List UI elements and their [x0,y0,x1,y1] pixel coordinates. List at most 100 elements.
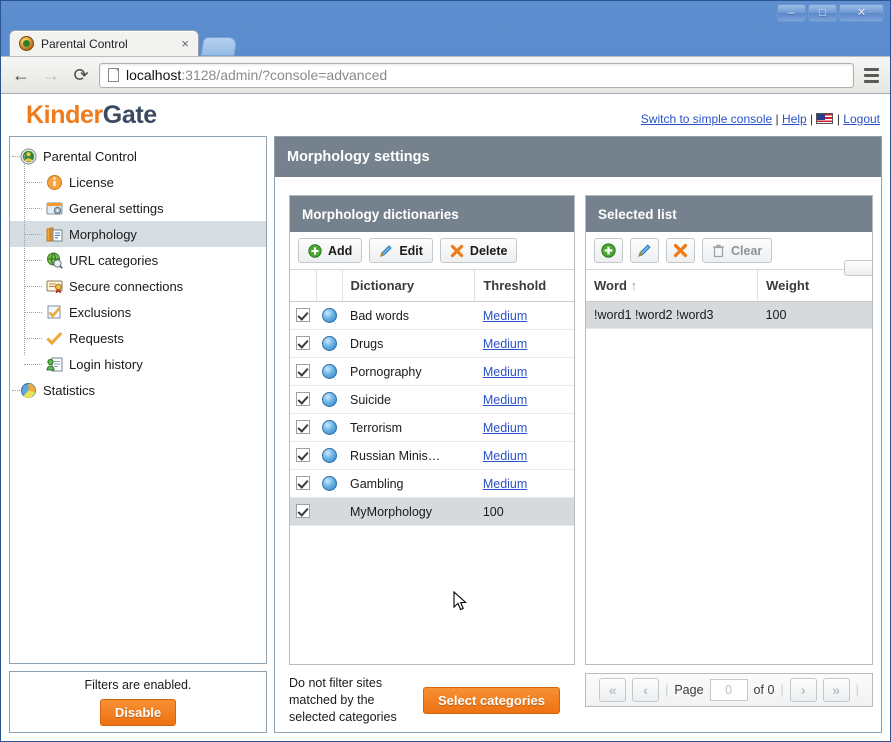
tab-parental-control[interactable]: Parental Control × [9,30,199,56]
select-categories-button[interactable]: Select categories [423,686,560,714]
sidebar-item-url-categories[interactable]: URL categories [10,247,266,273]
threshold-cell[interactable]: Medium [474,385,574,414]
threshold-cell[interactable]: Medium [474,357,574,386]
table-row[interactable]: Pornography Medium [290,357,574,386]
sidebar-item-exclusions[interactable]: Exclusions [10,299,266,325]
next-page-button[interactable]: › [789,678,817,702]
table-row[interactable]: Bad words Medium [290,301,574,330]
threshold-cell[interactable]: Medium [474,441,574,470]
settings-icon [46,200,63,217]
new-tab-button[interactable] [200,37,238,56]
reload-icon[interactable]: ⟳ [69,63,93,87]
table-row[interactable]: Terrorism Medium [290,413,574,442]
browser-window: – □ ✕ Parental Control × ← → ⟳ localhost… [0,0,891,742]
sidebar-item-statistics[interactable]: Statistics [10,377,266,403]
overflow-button[interactable] [844,260,872,276]
list-item[interactable]: !word1 !word2 !word3 100 [586,301,872,329]
checkbox-checked-icon[interactable] [296,392,310,406]
col-dictionary[interactable]: Dictionary [342,270,476,302]
table-row[interactable]: Russian Minis… Medium [290,441,574,470]
tab-close-icon[interactable]: × [178,37,192,50]
sidebar-item-parental-control[interactable]: Parental Control [10,143,266,169]
minimize-button[interactable]: – [777,4,806,22]
table-row[interactable]: Drugs Medium [290,329,574,358]
last-page-button[interactable]: » [822,678,850,702]
sidebar-item-login-history[interactable]: Login history [10,351,266,377]
checkbox-checked-icon[interactable] [296,308,310,322]
globe-icon [321,392,337,407]
back-icon[interactable]: ← [9,63,33,87]
delete-word-button[interactable] [666,238,695,263]
sidebar-item-general-settings[interactable]: General settings [10,195,266,221]
checkbox-checked-icon[interactable] [296,504,310,518]
row-icon [316,329,342,358]
row-checkbox[interactable] [290,413,316,442]
threshold-link[interactable]: Medium [483,449,527,463]
top-links: Switch to simple console | Help | | Logo… [641,112,880,126]
maximize-button[interactable]: □ [808,4,837,22]
tree-connector [24,208,42,209]
checkbox-checked-icon[interactable] [296,336,310,350]
edit-word-button[interactable] [630,238,659,263]
row-checkbox[interactable] [290,469,316,498]
row-checkbox[interactable] [290,357,316,386]
row-icon [316,441,342,470]
add-icon [601,243,616,258]
page-input[interactable]: 0 [709,679,748,701]
sidebar-item-license[interactable]: License [10,169,266,195]
row-checkbox[interactable] [290,329,316,358]
threshold-link[interactable]: Medium [483,337,527,351]
globe-icon [321,448,337,463]
add-dictionary-button[interactable]: Add [298,238,363,263]
tree-vertical-line [24,155,25,355]
page-info-icon [108,68,119,82]
col-word[interactable]: Word ↑ [586,270,759,302]
dictionaries-footer: Do not filter sites matched by the selec… [289,665,575,726]
logout-link[interactable]: Logout [843,112,880,126]
switch-console-link[interactable]: Switch to simple console [641,112,772,126]
address-bar[interactable]: localhost:3128/admin/?console=advanced [99,62,854,88]
sidebar-item-requests[interactable]: Requests [10,325,266,351]
help-link[interactable]: Help [782,112,807,126]
forward-icon[interactable]: → [39,63,63,87]
threshold-link[interactable]: Medium [483,365,527,379]
link-separator-2: | [810,112,814,126]
page-total-label: of 0 [753,683,775,697]
add-word-button[interactable] [594,238,623,263]
row-checkbox[interactable] [290,385,316,414]
delete-dictionary-button[interactable]: Delete [439,238,518,263]
threshold-cell[interactable]: Medium [474,329,574,358]
threshold-link[interactable]: Medium [483,309,527,323]
threshold-cell[interactable]: Medium [474,413,574,442]
col-threshold[interactable]: Threshold [474,270,574,302]
close-button[interactable]: ✕ [839,4,884,22]
checkbox-checked-icon[interactable] [296,476,310,490]
url-host: localhost [126,67,182,83]
link-separator-1: | [775,112,779,126]
us-flag-icon[interactable] [816,113,834,124]
menu-icon[interactable] [860,67,882,83]
row-checkbox[interactable] [290,497,316,526]
sidebar-item-morphology[interactable]: Morphology [10,221,266,247]
edit-dictionary-button[interactable]: Edit [369,238,433,263]
table-row[interactable]: MyMorphology 100 [290,497,574,526]
selected-list-table: Word ↑ Weight !word1 !word2 !word3 100 [586,270,872,329]
threshold-link[interactable]: Medium [483,421,527,435]
checkbox-checked-icon[interactable] [296,420,310,434]
clear-list-button[interactable]: Clear [702,238,773,263]
table-row[interactable]: Gambling Medium [290,469,574,498]
threshold-link[interactable]: Medium [483,477,527,491]
threshold-cell[interactable]: Medium [474,469,574,498]
threshold-cell[interactable]: Medium [474,301,574,330]
row-checkbox[interactable] [290,301,316,330]
threshold-link[interactable]: Medium [483,393,527,407]
checkbox-checked-icon[interactable] [296,364,310,378]
checkbox-checked-icon[interactable] [296,448,310,462]
row-checkbox[interactable] [290,441,316,470]
prev-page-button[interactable]: ‹ [632,678,660,702]
first-page-button[interactable]: « [599,678,627,702]
table-row[interactable]: Suicide Medium [290,385,574,414]
main-inner: Morphology dictionaries Add Edit Delete … [275,177,881,732]
sidebar-item-secure-connections[interactable]: Secure connections [10,273,266,299]
disable-filters-button[interactable]: Disable [99,699,177,726]
